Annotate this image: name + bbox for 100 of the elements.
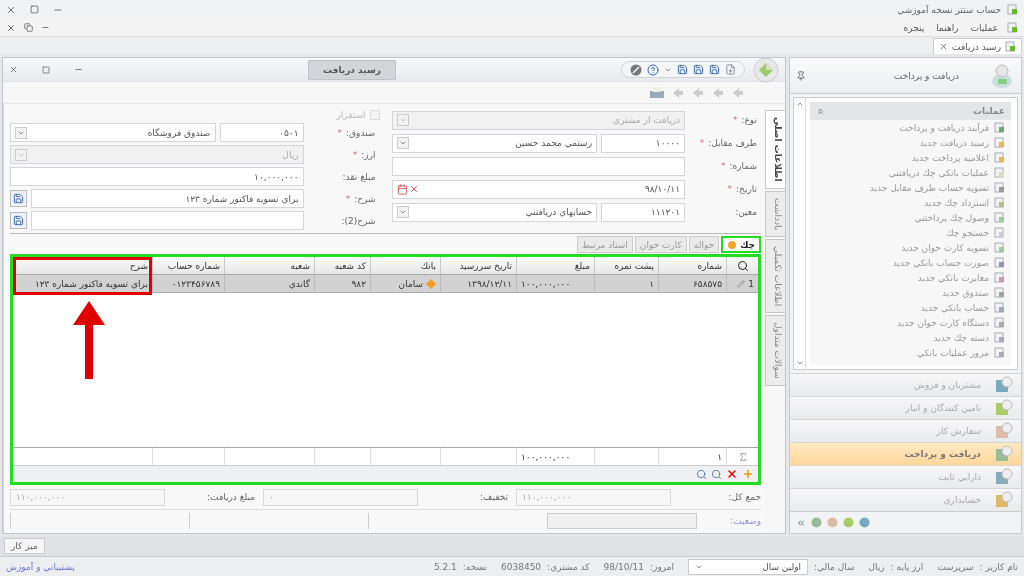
text-field[interactable]: ۱۰,۰۰۰,۰۰۰ bbox=[10, 167, 304, 186]
task-link[interactable]: عمليات بانكي چك دريافتني bbox=[810, 165, 1011, 180]
table-cell: ۶۵۸۵۷۵ bbox=[658, 275, 726, 293]
collapse-icon[interactable] bbox=[816, 106, 825, 116]
task-link[interactable]: تسويه حساب طرف مقابل جديد bbox=[810, 180, 1011, 195]
navigation-button[interactable]: دريافت و پرداخت bbox=[790, 442, 1021, 465]
desktop-button[interactable]: ميز كار bbox=[4, 538, 45, 554]
code-field[interactable]: ۱۰۰۰۰ bbox=[601, 133, 685, 153]
column-header[interactable]: تاريخ سررسيد bbox=[440, 257, 516, 275]
tab[interactable]: چك bbox=[721, 236, 761, 253]
menu-item[interactable]: پنجره bbox=[900, 22, 928, 33]
scroll-up-icon[interactable] bbox=[795, 100, 804, 108]
column-header[interactable]: شماره حساب bbox=[152, 257, 224, 275]
task-link[interactable]: صورت حساب بانكي جديد bbox=[810, 255, 1011, 270]
column-header[interactable]: پشت نمره bbox=[594, 257, 658, 275]
navigation-button[interactable]: مشتريان و فروش bbox=[790, 373, 1021, 396]
document-tab[interactable]: رسيد دريافت bbox=[933, 38, 1022, 54]
required-mark: * bbox=[352, 149, 358, 160]
add-icon[interactable] bbox=[742, 468, 754, 480]
tab[interactable]: حواله bbox=[688, 236, 720, 253]
navigation-button[interactable]: سفارش كار bbox=[790, 419, 1021, 442]
close-icon[interactable] bbox=[9, 65, 18, 74]
total-field: ۰ bbox=[263, 488, 418, 506]
dropdown-field[interactable]: حسابهاي دريافتني bbox=[391, 202, 597, 222]
status-value: ريال bbox=[868, 561, 885, 572]
save-icon[interactable] bbox=[709, 64, 720, 75]
more-icon[interactable] bbox=[796, 517, 806, 528]
status-label: وضعيت: bbox=[729, 515, 761, 526]
clear-icon[interactable] bbox=[408, 184, 419, 194]
task-link[interactable]: دستگاه كارت خوان جديد bbox=[810, 315, 1011, 330]
close-icon[interactable] bbox=[6, 4, 16, 15]
task-link[interactable]: تسويه كارت خوان جديد bbox=[810, 240, 1011, 255]
column-header[interactable]: بانك bbox=[370, 257, 440, 275]
year-dropdown[interactable]: اولين سال bbox=[688, 558, 808, 575]
status-label: ارز پايه : bbox=[890, 561, 924, 572]
navigation-button[interactable]: تامين كنندگان و انبار bbox=[790, 396, 1021, 419]
menu-item[interactable]: عمليات bbox=[967, 22, 1001, 33]
module-icon[interactable] bbox=[843, 517, 854, 528]
module-icon[interactable] bbox=[827, 517, 838, 528]
task-link[interactable]: وصول چك پرداختني bbox=[810, 210, 1011, 225]
maximize-icon[interactable] bbox=[42, 65, 50, 74]
tab[interactable]: اسناد مرتبط bbox=[576, 236, 633, 253]
maximize-icon[interactable] bbox=[30, 5, 39, 14]
status-label: سال مالي: bbox=[814, 561, 855, 572]
column-header[interactable]: شماره bbox=[658, 257, 726, 275]
task-link[interactable]: حساب بانكي جديد bbox=[810, 300, 1011, 315]
status-label: امروز: bbox=[650, 561, 674, 572]
wrench-icon[interactable] bbox=[630, 63, 642, 76]
restore-icon[interactable] bbox=[24, 23, 33, 32]
side-tab[interactable]: اطلاعات تكميلي bbox=[765, 238, 785, 314]
menu-item[interactable]: راهنما bbox=[933, 22, 962, 33]
save-button[interactable] bbox=[10, 190, 27, 207]
delete-icon[interactable] bbox=[726, 468, 738, 480]
navigation-button[interactable]: حسابداري bbox=[790, 488, 1021, 511]
task-link[interactable]: دسته چك جديد bbox=[810, 330, 1011, 345]
side-tab[interactable]: يادداشت bbox=[765, 190, 785, 237]
dropdown-field[interactable]: رستمي محمد حسين bbox=[391, 133, 597, 153]
side-tab[interactable]: اطلاعات اصلي bbox=[765, 110, 785, 189]
close-icon[interactable] bbox=[939, 42, 949, 51]
date-field[interactable]: ۹۸/۱۰/۱۱ bbox=[391, 179, 685, 199]
module-icon[interactable] bbox=[859, 517, 870, 528]
group-header[interactable]: عمليات bbox=[810, 102, 1011, 120]
save-icon[interactable] bbox=[677, 64, 688, 75]
task-link[interactable]: اعلاميه پرداخت جديد bbox=[810, 150, 1011, 165]
text-field[interactable]: براي تسويه فاكتور شماره ۱۲۳ bbox=[31, 189, 304, 208]
column-header[interactable]: كد شعبه bbox=[314, 257, 370, 275]
task-link[interactable]: جستجو چك bbox=[810, 225, 1011, 240]
support-link[interactable]: پشتيباني و آموزش bbox=[6, 561, 75, 572]
tab[interactable]: كارت خوان bbox=[634, 236, 687, 253]
save-icon[interactable] bbox=[693, 64, 704, 75]
pin-icon[interactable] bbox=[796, 70, 806, 81]
search-icon[interactable] bbox=[736, 259, 749, 272]
task-link[interactable]: فرآيند دريافت و پرداخت bbox=[810, 120, 1011, 135]
column-header[interactable]: شعبه bbox=[224, 257, 314, 275]
navigation-button[interactable]: دارايي ثابت bbox=[790, 465, 1021, 488]
task-link[interactable]: مغايرت بانكي جديد bbox=[810, 270, 1011, 285]
code-field[interactable]: ۰۵۰۱ bbox=[219, 123, 304, 142]
task-link[interactable]: صندوق جديد bbox=[810, 285, 1011, 300]
module-icon[interactable] bbox=[811, 517, 822, 528]
task-link[interactable]: رسيد دريافت جديد bbox=[810, 135, 1011, 150]
printer-icon[interactable] bbox=[649, 85, 665, 100]
help-icon[interactable] bbox=[647, 63, 659, 76]
text-field[interactable] bbox=[391, 156, 685, 176]
text-field[interactable] bbox=[31, 211, 304, 230]
new-file-icon[interactable] bbox=[725, 64, 736, 75]
code-field[interactable]: ۱۱۱۲۰۱ bbox=[601, 202, 685, 222]
column-header[interactable]: مبلغ bbox=[516, 257, 594, 275]
module-icon bbox=[995, 445, 1013, 463]
task-link[interactable]: استرداد چك جديد bbox=[810, 195, 1011, 210]
scroll-down-icon[interactable] bbox=[795, 359, 804, 367]
search-button[interactable] bbox=[726, 257, 758, 275]
search-icon[interactable] bbox=[711, 468, 722, 480]
save-button[interactable] bbox=[10, 212, 27, 229]
close-icon[interactable] bbox=[6, 22, 16, 33]
module-icon bbox=[995, 399, 1013, 417]
side-tab[interactable]: سوالات متداول bbox=[765, 315, 785, 386]
search-icon[interactable] bbox=[696, 468, 707, 480]
calendar-icon[interactable] bbox=[396, 183, 408, 195]
task-link[interactable]: مرور عمليات بانكي bbox=[810, 345, 1011, 360]
dropdown-field[interactable]: صندوق فروشگاه bbox=[10, 123, 216, 142]
